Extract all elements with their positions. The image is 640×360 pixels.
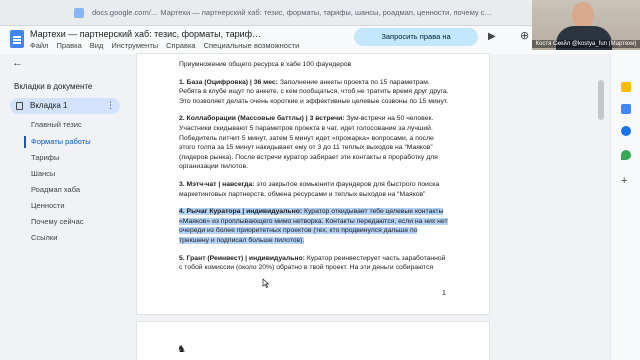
webcam-overlay: Костя Скейл @kostya_fun (Мартехи) bbox=[532, 0, 640, 50]
site-favicon-icon bbox=[74, 8, 84, 18]
maps-icon[interactable] bbox=[621, 150, 631, 160]
sidebar-heading: Вкладки в документе bbox=[14, 82, 93, 91]
outline-item-main-thesis[interactable]: Главный тезис bbox=[31, 120, 82, 129]
url-text[interactable]: docs.google.com/… Мартехи — партнерский … bbox=[92, 8, 492, 17]
paragraph-4-selected: 4. Рычаг Куратора | индивидуально: Курат… bbox=[179, 207, 449, 245]
outline-item-tariffs[interactable]: Тарифы bbox=[31, 153, 59, 162]
scrollbar-thumb[interactable] bbox=[598, 80, 604, 120]
menu-bar: Файл Правка Вид Инструменты Справка Спец… bbox=[30, 41, 299, 50]
menu-help[interactable]: Справка bbox=[166, 41, 195, 50]
paragraph-2-title: 2. Коллаборации (Массовые баттлы) | 3 вс… bbox=[179, 115, 345, 123]
tab-label: Вкладка 1 bbox=[30, 101, 68, 110]
document-tabs-sidebar: ← Вкладки в документе Вкладка 1 ⋮ Главны… bbox=[0, 54, 128, 360]
document-page[interactable]: Приумножение общего ресурса в хабе 100 ф… bbox=[137, 54, 489, 314]
paragraph-2: 2. Коллаборации (Массовые баттлы) | 3 вс… bbox=[179, 114, 449, 172]
paragraph-3-title: 3. Мэтч-чат | навсегда: bbox=[179, 180, 255, 188]
more-options-icon[interactable]: ⋮ bbox=[106, 100, 115, 111]
outline-item-formats[interactable]: Форматы работы bbox=[31, 137, 91, 146]
menu-accessibility[interactable]: Специальные возможности bbox=[204, 41, 300, 50]
menu-edit[interactable]: Правка bbox=[56, 41, 81, 50]
document-body[interactable]: Приумножение общего ресурса в хабе 100 ф… bbox=[179, 60, 449, 281]
contacts-icon[interactable] bbox=[621, 126, 631, 136]
add-icon[interactable]: + bbox=[621, 176, 627, 187]
chess-knight-icon: ♞ bbox=[177, 344, 186, 355]
outline-item-chances[interactable]: Шансы bbox=[31, 169, 55, 178]
outline-active-indicator bbox=[24, 136, 26, 148]
paragraph-5: 5. Грант (Реинвест) | индивидуально: Кур… bbox=[179, 254, 449, 273]
paragraph-1: 1. База (Оцифровка) | 36 мес: Заполнение… bbox=[179, 78, 449, 107]
tab-1[interactable]: Вкладка 1 ⋮ bbox=[10, 98, 120, 114]
keep-icon[interactable] bbox=[621, 82, 631, 92]
back-arrow-icon[interactable]: ← bbox=[12, 57, 23, 69]
page-number: 1 bbox=[442, 290, 446, 297]
paragraph-5-title: 5. Грант (Реинвест) | индивидуально: bbox=[179, 254, 305, 262]
request-edit-access-button[interactable]: Запросить права на редактирование bbox=[354, 28, 478, 59]
paragraph-1-title: 1. База (Оцифровка) | 36 мес: bbox=[179, 78, 278, 86]
menu-file[interactable]: Файл bbox=[30, 41, 48, 50]
google-docs-logo-icon[interactable] bbox=[10, 30, 24, 48]
outline-item-why-now[interactable]: Почему сейчас bbox=[31, 217, 84, 226]
document-page-2[interactable]: ♞ bbox=[137, 322, 489, 360]
outline-item-roadmap[interactable]: Роадмап хаба bbox=[31, 185, 80, 194]
outline-item-values[interactable]: Ценности bbox=[31, 201, 65, 210]
webcam-label: Костя Скейл @kostya_fun (Мартехи) bbox=[532, 40, 640, 48]
paragraph-4-title: 4. Рычаг Куратора | индивидуально: bbox=[179, 208, 303, 216]
intro-paragraph: Приумножение общего ресурса в хабе 100 ф… bbox=[179, 61, 352, 68]
paragraph-3: 3. Мэтч-чат | навсегда: это закрытое ком… bbox=[179, 180, 449, 199]
menu-view[interactable]: Вид bbox=[90, 41, 104, 50]
side-panel: + bbox=[610, 54, 640, 360]
add-person-icon[interactable]: ⊕ bbox=[520, 29, 529, 42]
video-call-icon[interactable]: ▶ bbox=[488, 31, 496, 42]
outline-item-links[interactable]: Ссылки bbox=[31, 233, 57, 242]
document-title[interactable]: Мартехи — партнерский хаб: тезис, формат… bbox=[30, 29, 261, 39]
presenter-head bbox=[572, 2, 594, 28]
tasks-icon[interactable] bbox=[621, 104, 631, 114]
paragraph-2-text: Зум-встречи на 50 человек. Участники ски… bbox=[179, 115, 438, 171]
mouse-cursor-icon bbox=[262, 278, 270, 288]
menu-tools[interactable]: Инструменты bbox=[111, 41, 158, 50]
document-icon bbox=[16, 102, 23, 110]
